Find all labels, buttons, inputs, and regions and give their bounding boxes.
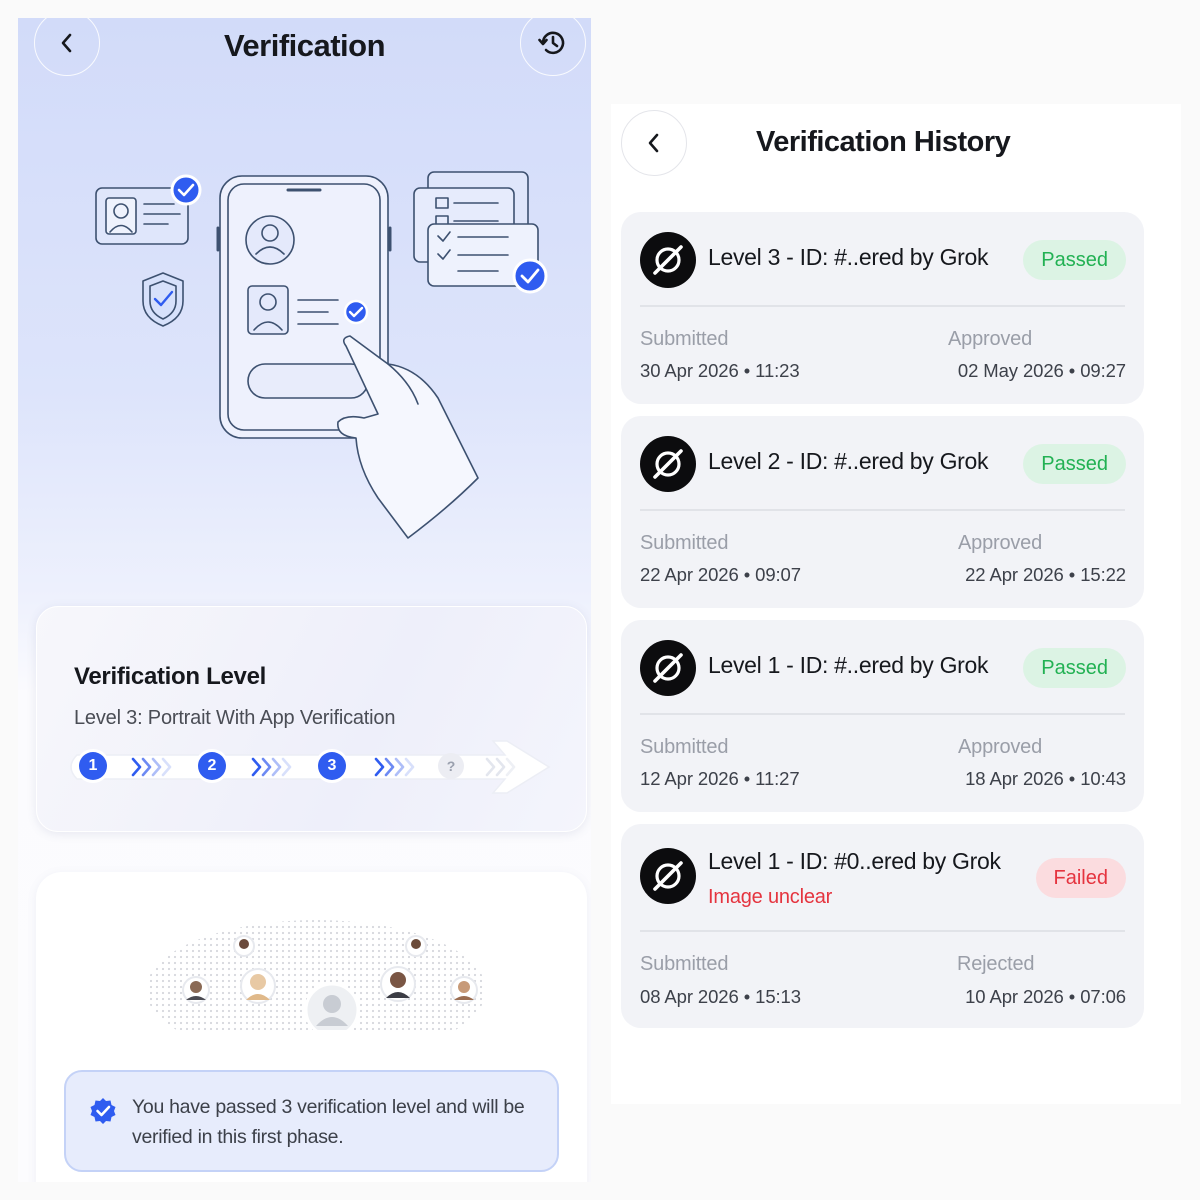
grok-logo-icon	[640, 436, 696, 492]
submitted-label: Submitted	[640, 532, 729, 554]
progress-track	[70, 740, 551, 794]
grok-logo-icon	[640, 232, 696, 288]
status-badge: Passed	[1023, 240, 1126, 280]
chevron-left-icon	[648, 133, 659, 153]
submitted-date: 22 Apr 2026 • 09:07	[640, 564, 801, 585]
history-entry[interactable]: Level 3 - ID: #..ered by Grok Passed Sub…	[621, 212, 1144, 404]
result-label: Approved	[958, 736, 1043, 758]
entry-title: Level 2 - ID: #..ered by Grok	[708, 448, 989, 474]
people-globe-illustration	[146, 920, 486, 1030]
grok-logo-icon	[640, 848, 696, 904]
verification-status-note: You have passed 3 verification level and…	[64, 1070, 559, 1172]
result-date: 02 May 2026 • 09:27	[957, 360, 1126, 381]
verification-history-screen: Verification History Level 3 - ID: #..er…	[611, 104, 1181, 1104]
divider	[640, 305, 1125, 307]
step-3: 3	[318, 752, 346, 780]
submitted-label: Submitted	[640, 736, 729, 758]
result-label: Approved	[948, 328, 1033, 350]
page-title: Verification	[223, 28, 386, 63]
submitted-label: Submitted	[640, 953, 729, 975]
history-button[interactable]	[520, 18, 586, 76]
level-card-title: Verification Level	[74, 663, 267, 690]
result-date: 10 Apr 2026 • 07:06	[965, 986, 1126, 1007]
entry-title: Level 1 - ID: #..ered by Grok	[708, 652, 989, 678]
status-badge: Passed	[1023, 444, 1126, 484]
entry-title: Level 3 - ID: #..ered by Grok	[708, 244, 989, 270]
grok-logo-icon	[640, 640, 696, 696]
back-button[interactable]	[621, 110, 687, 176]
entry-title: Level 1 - ID: #0..ered by Grok	[708, 848, 1001, 874]
page-title: Verification History	[756, 126, 1011, 158]
result-date: 22 Apr 2026 • 15:22	[965, 564, 1126, 585]
step-1: 1	[79, 752, 107, 780]
history-entry[interactable]: Level 1 - ID: #..ered by Grok Passed Sub…	[621, 620, 1144, 812]
verification-status-text: You have passed 3 verification level and…	[132, 1096, 525, 1148]
level-progress: 1 2 3 ?	[37, 719, 586, 809]
community-card: You have passed 3 verification level and…	[36, 872, 587, 1182]
history-clock-icon	[538, 31, 565, 55]
failure-reason: Image unclear	[708, 886, 833, 908]
submitted-date: 08 Apr 2026 • 15:13	[640, 986, 801, 1007]
step-unknown: ?	[438, 753, 464, 779]
result-date: 18 Apr 2026 • 10:43	[965, 768, 1126, 789]
status-badge: Passed	[1023, 648, 1126, 688]
divider	[640, 713, 1125, 715]
result-label: Approved	[958, 532, 1043, 554]
submitted-date: 12 Apr 2026 • 11:27	[640, 768, 800, 789]
status-badge: Failed	[1035, 858, 1126, 898]
submitted-date: 30 Apr 2026 • 11:23	[640, 360, 800, 381]
phone-verification-illustration	[95, 171, 548, 539]
verification-level-card: Verification Level Level 3: Portrait Wit…	[36, 606, 587, 832]
result-label: Rejected	[957, 953, 1035, 975]
divider	[640, 930, 1125, 932]
submitted-label: Submitted	[640, 328, 729, 350]
history-entry[interactable]: Level 1 - ID: #0..ered by Grok Image unc…	[621, 824, 1144, 1028]
verified-badge-icon	[90, 1098, 116, 1124]
divider	[640, 509, 1125, 511]
history-entry[interactable]: Level 2 - ID: #..ered by Grok Passed Sub…	[621, 416, 1144, 608]
step-2: 2	[198, 752, 226, 780]
verification-screen: Verification Verification Level Level 3:…	[18, 18, 591, 1182]
